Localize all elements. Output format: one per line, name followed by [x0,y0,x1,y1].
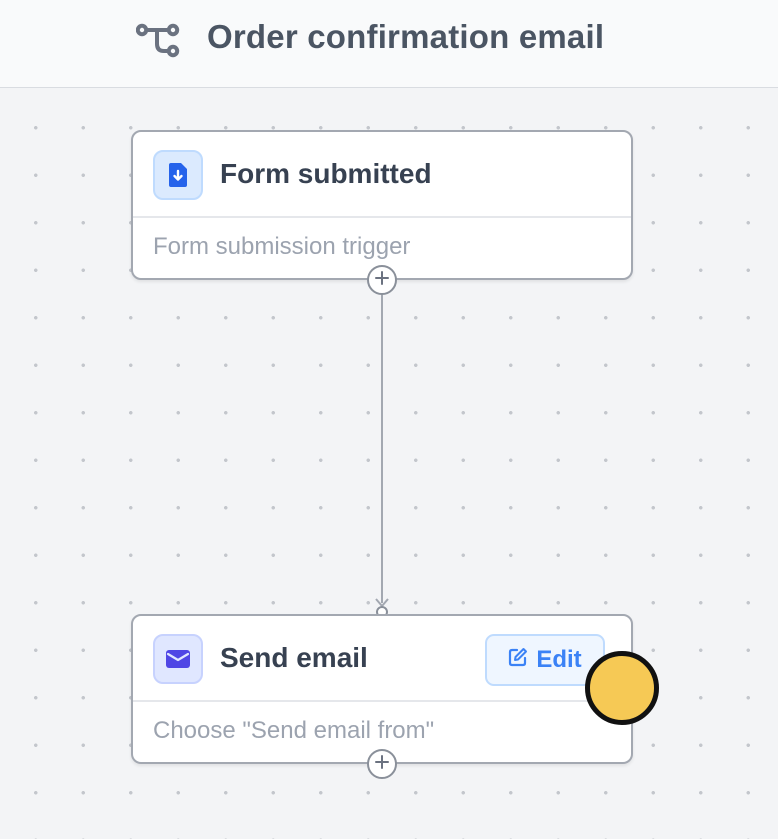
add-step-button[interactable] [367,265,397,295]
node-form-submitted[interactable]: Form submitted Form submission trigger [131,130,633,280]
node-header: Send email Edit [133,616,631,702]
node-header: Form submitted [133,132,631,218]
node-title: Form submitted [220,158,432,189]
plus-icon [374,270,390,291]
mail-icon [153,634,203,684]
workflow-title: Order confirmation email [207,18,605,55]
node-subtitle: Choose "Send email from" [153,717,435,744]
add-step-button[interactable] [367,749,397,779]
workflow-icon [135,22,180,58]
node-send-email[interactable]: Send email Edit Choose "Send email from" [131,614,633,764]
edit-label: Edit [536,646,582,673]
cursor-indicator [585,651,659,725]
node-title: Send email [220,642,368,673]
node-subtitle: Form submission trigger [153,233,411,260]
edit-icon [508,646,528,674]
form-document-icon [153,150,203,200]
plus-icon [374,754,390,775]
workflow-header: Order confirmation email [0,0,778,88]
